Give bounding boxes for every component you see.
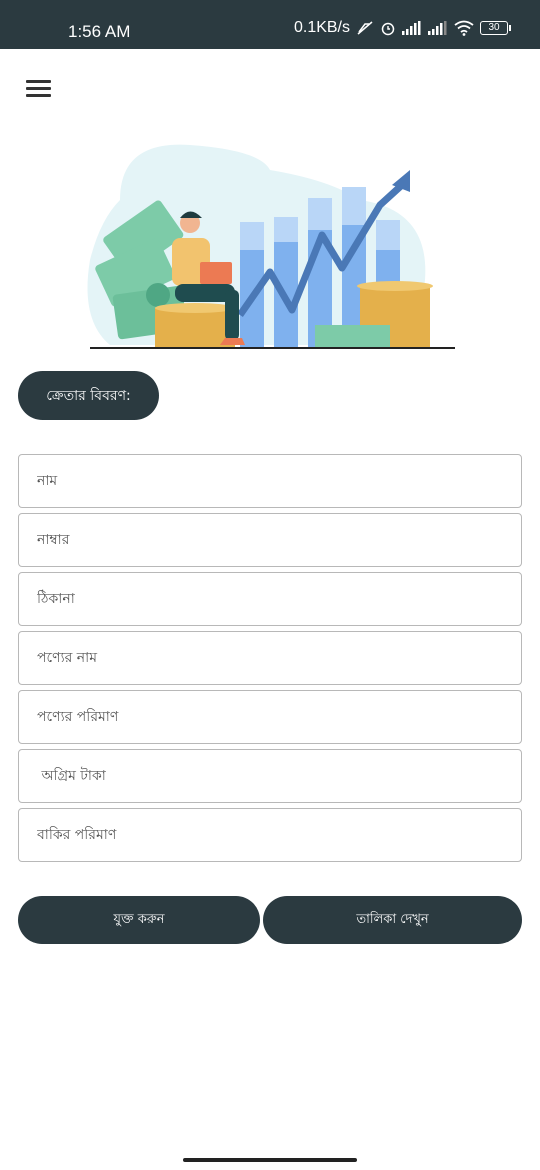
hamburger-line <box>26 87 51 90</box>
signal-icon <box>402 21 421 35</box>
view-list-button[interactable]: তালিকা দেখুন <box>263 896 522 944</box>
name-field[interactable] <box>18 454 522 508</box>
menu-button[interactable] <box>26 80 52 98</box>
alarm-icon <box>381 22 395 36</box>
product-name-field[interactable] <box>18 631 522 685</box>
number-field[interactable] <box>18 513 522 567</box>
address-field[interactable] <box>18 572 522 626</box>
status-time: 1:56 AM <box>68 22 131 41</box>
add-button[interactable]: যুক্ত করুন <box>18 896 260 944</box>
product-quantity-field[interactable] <box>18 690 522 744</box>
section-title: ক্রেতার বিবরণ: <box>18 371 159 420</box>
home-indicator[interactable] <box>183 1158 357 1162</box>
hamburger-menu-icon <box>26 80 51 83</box>
battery-icon: 30 <box>480 21 511 35</box>
signal-icon-2 <box>428 21 447 35</box>
wifi-icon <box>454 20 474 36</box>
status-icons: 0.1KB/s 30 <box>293 19 511 37</box>
due-amount-field[interactable] <box>18 808 522 862</box>
mute-icon <box>357 21 373 35</box>
advance-amount-field[interactable] <box>18 749 522 803</box>
hamburger-line <box>26 94 51 97</box>
hero-illustration <box>87 144 455 349</box>
status-bar: 1:56 AM 0.1KB/s 30 <box>0 0 540 49</box>
net-speed: 0.1KB/s <box>293 19 350 36</box>
